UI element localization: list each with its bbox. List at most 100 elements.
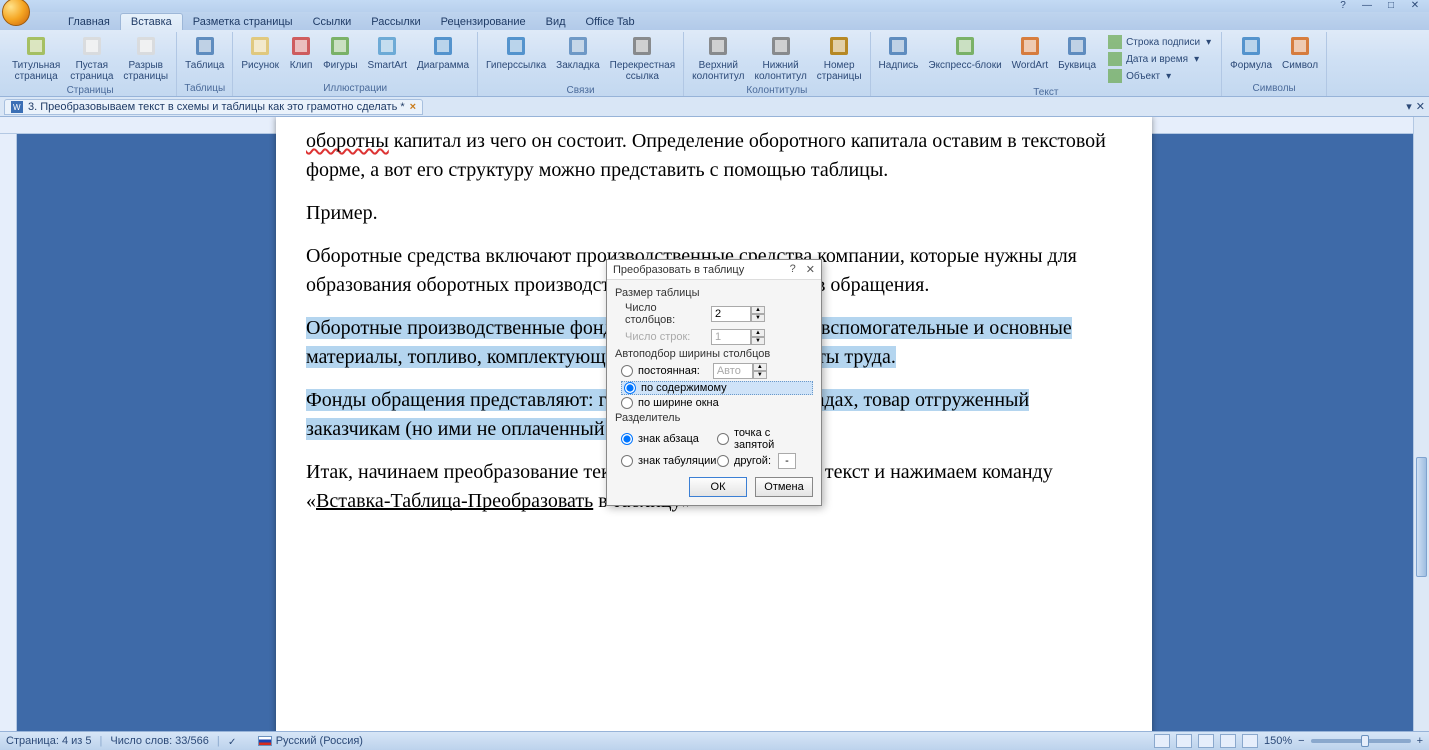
menu-tab-вставка[interactable]: Вставка <box>120 13 183 30</box>
textbox-icon <box>886 34 910 58</box>
blank-page-icon <box>80 34 104 58</box>
wordart-button[interactable]: WordArt <box>1008 32 1053 86</box>
shapes-button[interactable]: Фигуры <box>319 32 361 82</box>
document-tab[interactable]: W 3. Преобразовываем текст в схемы и таб… <box>4 99 423 115</box>
menu-tab-рассылки[interactable]: Рассылки <box>361 14 430 30</box>
bookmark-button[interactable]: Закладка <box>552 32 603 84</box>
radio-fixed[interactable] <box>621 365 633 377</box>
menu-tab-рецензирование[interactable]: Рецензирование <box>431 14 536 30</box>
zoom-slider[interactable] <box>1311 739 1411 743</box>
date-time-icon <box>1108 52 1122 66</box>
page-break-label: Разрыв страницы <box>123 60 168 82</box>
svg-text:W: W <box>13 103 21 112</box>
vertical-ruler[interactable] <box>0 134 17 749</box>
clip-button[interactable]: Клип <box>285 32 317 82</box>
footer-button[interactable]: Нижний колонтитул <box>750 32 810 84</box>
footer-icon <box>769 34 793 58</box>
chart-button[interactable]: Диаграмма <box>413 32 473 82</box>
view-print-layout[interactable] <box>1154 734 1170 748</box>
status-bar: Страница: 4 из 5 | Число слов: 33/566 | … <box>0 731 1429 750</box>
paragraph-1: оборотны капитал из чего он состоит. Опр… <box>306 127 1122 185</box>
ribbon-group-Иллюстрации: РисунокКлипФигурыSmartArtДиаграммаИллюст… <box>233 32 478 96</box>
view-web-layout[interactable] <box>1198 734 1214 748</box>
status-language[interactable]: Русский (Россия) <box>276 735 363 747</box>
signature-line-button[interactable]: Строка подписи▾ <box>1104 34 1215 50</box>
radio-sep-tab[interactable] <box>621 455 633 467</box>
rows-input <box>711 329 751 345</box>
radio-by-window-label: по ширине окна <box>638 397 719 409</box>
blank-page-button[interactable]: Пустая страница <box>66 32 117 84</box>
sep-other-input[interactable] <box>778 453 796 469</box>
picture-button[interactable]: Рисунок <box>237 32 283 82</box>
dropcap-icon <box>1065 34 1089 58</box>
columns-down[interactable]: ▼ <box>751 314 765 322</box>
menu-tab-office-tab[interactable]: Office Tab <box>576 14 645 30</box>
vertical-scrollbar[interactable] <box>1413 117 1429 749</box>
spellcheck-icon[interactable]: ✓ <box>228 734 242 748</box>
wordart-icon <box>1018 34 1042 58</box>
menu-tab-разметка-страницы[interactable]: Разметка страницы <box>183 14 303 30</box>
signature-line-icon <box>1108 35 1122 49</box>
title-page-button[interactable]: Титульная страница <box>8 32 64 84</box>
ribbon-group-label: Иллюстрации <box>237 82 473 96</box>
dialog-titlebar[interactable]: Преобразовать в таблицу ? ✕ <box>607 260 821 280</box>
ribbon-group-Таблицы: ТаблицаТаблицы <box>177 32 233 96</box>
crossref-button[interactable]: Перекрестная ссылка <box>606 32 679 84</box>
hyperlink-label: Гиперссылка <box>486 60 546 71</box>
status-page[interactable]: Страница: 4 из 5 <box>6 735 92 747</box>
textbox-button[interactable]: Надпись <box>875 32 923 86</box>
date-time-button[interactable]: Дата и время▾ <box>1104 51 1215 67</box>
dialog-title: Преобразовать в таблицу <box>613 264 744 276</box>
dropcap-button[interactable]: Буквица <box>1054 32 1100 86</box>
equation-icon <box>1239 34 1263 58</box>
smartart-button[interactable]: SmartArt <box>364 32 411 82</box>
dialog-close-icon[interactable]: ✕ <box>806 263 815 276</box>
header-button[interactable]: Верхний колонтитул <box>688 32 748 84</box>
scrollbar-thumb[interactable] <box>1416 457 1427 577</box>
document-tab-close-icon[interactable]: × <box>410 101 416 113</box>
radio-by-content[interactable] <box>624 382 636 394</box>
ribbon-group-label: Таблицы <box>181 82 228 96</box>
menu-tab-вид[interactable]: Вид <box>536 14 576 30</box>
equation-button[interactable]: Формула <box>1226 32 1276 82</box>
columns-up[interactable]: ▲ <box>751 306 765 314</box>
status-words[interactable]: Число слов: 33/566 <box>110 735 208 747</box>
zoom-slider-thumb[interactable] <box>1361 735 1369 747</box>
object-button[interactable]: Объект▾ <box>1104 68 1215 84</box>
columns-spinner[interactable]: ▲▼ <box>711 306 767 322</box>
word-doc-icon: W <box>11 101 23 113</box>
zoom-level[interactable]: 150% <box>1264 735 1292 747</box>
picture-icon <box>248 34 272 58</box>
table-button[interactable]: Таблица <box>181 32 228 82</box>
section-autofit: Автоподбор ширины столбцов <box>615 348 813 360</box>
dialog-help-icon[interactable]: ? <box>790 263 796 276</box>
page-number-button[interactable]: Номер страницы <box>813 32 866 84</box>
view-outline[interactable] <box>1220 734 1236 748</box>
radio-sep-paragraph[interactable] <box>621 433 633 445</box>
quick-parts-button[interactable]: Экспресс-блоки <box>924 32 1005 86</box>
hyperlink-button[interactable]: Гиперссылка <box>482 32 550 84</box>
ok-button[interactable]: ОК <box>689 477 747 497</box>
view-full-screen[interactable] <box>1176 734 1192 748</box>
wordart-label: WordArt <box>1012 60 1049 71</box>
shapes-icon <box>328 34 352 58</box>
page-break-button[interactable]: Разрыв страницы <box>119 32 172 84</box>
radio-sep-semicolon[interactable] <box>717 433 729 445</box>
columns-input[interactable] <box>711 306 751 322</box>
view-draft[interactable] <box>1242 734 1258 748</box>
tab-menu-icon[interactable]: ▾ <box>1406 100 1412 113</box>
symbol-button[interactable]: Символ <box>1278 32 1322 82</box>
tab-close-all-icon[interactable]: ✕ <box>1416 100 1425 113</box>
header-label: Верхний колонтитул <box>692 60 744 82</box>
menu-tab-главная[interactable]: Главная <box>58 14 120 30</box>
menu-tab-ссылки[interactable]: Ссылки <box>303 14 362 30</box>
title-page-label: Титульная страница <box>12 60 60 82</box>
ribbon-group-Текст: НадписьЭкспресс-блоки WordArt БуквицаСтрок… <box>871 32 1223 96</box>
radio-by-window[interactable] <box>621 397 633 409</box>
zoom-out-icon[interactable]: − <box>1298 735 1304 747</box>
cancel-button[interactable]: Отмена <box>755 477 813 497</box>
radio-sep-other[interactable] <box>717 455 729 467</box>
zoom-in-icon[interactable]: + <box>1417 735 1423 747</box>
radio-sep-other-label: другой: <box>734 455 771 467</box>
workspace: оборотны капитал из чего он состоит. Опр… <box>0 117 1429 749</box>
